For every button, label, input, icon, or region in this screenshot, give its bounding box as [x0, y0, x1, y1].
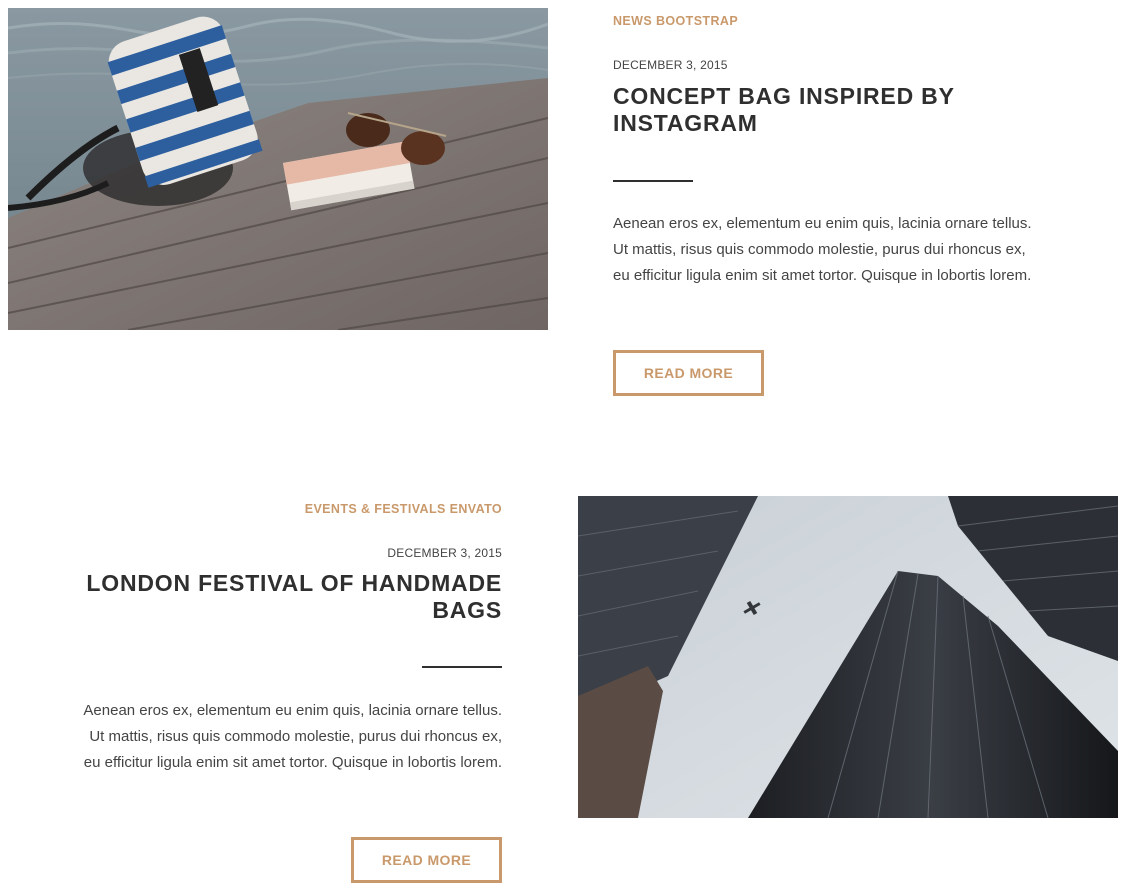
post-image-bag[interactable]: [8, 8, 548, 330]
category-link[interactable]: News: [613, 14, 652, 28]
post-title[interactable]: London festival of handmade bags: [82, 570, 502, 624]
post-image-buildings[interactable]: [578, 496, 1118, 818]
post-categories: Events & Festivals Envato: [82, 502, 502, 516]
post-categories: News Bootstrap: [613, 14, 738, 28]
title-divider: [422, 666, 502, 668]
category-link[interactable]: Events & Festivals: [305, 502, 446, 516]
read-more-button[interactable]: Read More: [613, 350, 764, 396]
post-title[interactable]: Concept bag inspired by Instagram: [613, 83, 1033, 137]
post-date: DECEMBER 3, 2015: [387, 546, 502, 560]
post-date: DECEMBER 3, 2015: [613, 58, 728, 72]
title-divider: [613, 180, 693, 182]
bag-on-dock-photo: [8, 8, 548, 330]
category-link[interactable]: Bootstrap: [656, 14, 738, 28]
post-excerpt: Aenean eros ex, elementum eu enim quis, …: [613, 215, 1032, 284]
skyscrapers-photo: [578, 496, 1118, 818]
category-link[interactable]: Envato: [450, 502, 502, 516]
post-excerpt: Aenean eros ex, elementum eu enim quis, …: [83, 702, 502, 771]
read-more-button[interactable]: Read More: [351, 837, 502, 883]
